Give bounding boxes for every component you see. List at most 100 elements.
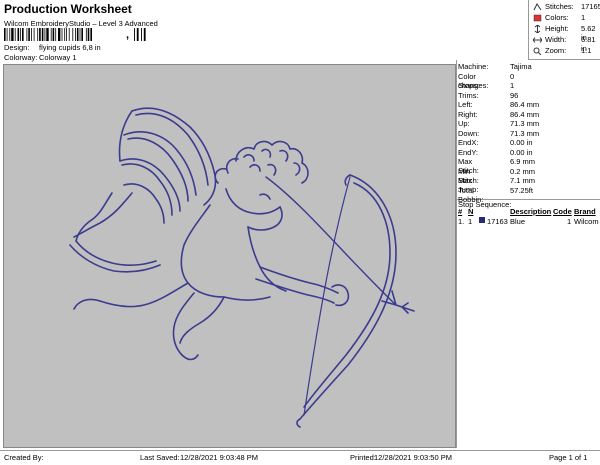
machine-info-label: Machine: (458, 62, 489, 71)
design-value: flying cupids 6,8 in (39, 43, 101, 52)
barcode-bar (4, 28, 6, 41)
machine-info-label: Total Bobbin: (458, 185, 484, 204)
height-icon (534, 25, 541, 33)
height-label: Height: (545, 24, 569, 33)
barcode-bar (9, 28, 11, 41)
machine-info-label: EndY: (458, 147, 479, 157)
barcode-bar (85, 28, 87, 41)
footer: Created By: Last Saved: 12/28/2021 9:03:… (0, 450, 600, 465)
stitches-label: Stitches: (545, 2, 574, 11)
barcode-bar (61, 28, 63, 41)
col-description: Description (510, 207, 552, 216)
printed-value: 12/28/2021 9:03:50 PM (374, 453, 452, 462)
stitches-value: 17165 (581, 2, 600, 11)
software-subtitle: Wilcom EmbroideryStudio – Level 3 Advanc… (4, 19, 158, 28)
barcode-bar (143, 28, 146, 41)
barcode-bar (39, 28, 41, 41)
machine-info-label: Down: (458, 128, 480, 138)
barcode-bar (141, 28, 142, 41)
created-by: Created By: (4, 453, 44, 462)
colors-icon (533, 14, 542, 22)
barcode-bar (75, 28, 76, 41)
machine-info-value: 0.00 in (510, 147, 533, 157)
width-icon (533, 37, 542, 43)
barcode-bar (79, 28, 81, 41)
colorway-label: Colorway: (4, 53, 38, 62)
barcode-bar (68, 28, 70, 41)
design-preview (3, 64, 456, 448)
barcode-bar (14, 28, 16, 41)
barcode-bar (17, 28, 20, 41)
barcode-bar (76, 28, 79, 41)
machine-info-label: Up: (458, 119, 470, 128)
machine-info-label: Left: (458, 100, 473, 109)
barcode-bar (22, 28, 24, 41)
row-code: 1 (567, 217, 572, 226)
barcode-bar (50, 28, 52, 41)
barcode-bar (136, 28, 139, 41)
barcode-bar (134, 28, 135, 41)
barcode-bar (28, 28, 30, 41)
machine-info-value: Tajima (510, 62, 532, 71)
barcode-bar (87, 28, 90, 41)
colors-value: 1 (581, 13, 586, 22)
barcode-bar (72, 28, 74, 41)
machine-info-value: 0.00 in (510, 138, 533, 147)
col-num: # (458, 207, 463, 216)
machine-info-value: 0 (510, 71, 515, 81)
machine-info-label: EndX: (458, 138, 479, 147)
barcode-bar (11, 28, 14, 41)
machine-info-value: 7.1 mm (510, 176, 536, 185)
row-brand: Wilcom (574, 217, 599, 226)
barcode-bar (20, 28, 21, 41)
machine-info-value: 0.2 mm (510, 166, 536, 176)
row-stitches: 17163 (487, 217, 508, 226)
row-num: 1. (458, 217, 465, 226)
barcode-bar (66, 28, 67, 41)
machine-info-panel: Stop Sequence: # N Description Code Bran… (456, 60, 600, 448)
colors-label: Colors: (545, 13, 569, 22)
zoom-icon (533, 47, 542, 55)
barcode-bar (46, 28, 49, 41)
barcode-bar (52, 28, 55, 41)
last-saved-label: Last Saved: (140, 453, 180, 462)
barcode-bar (6, 28, 8, 41)
col-n: N (468, 207, 474, 216)
colorway-value: Colorway 1 (39, 53, 77, 62)
zoom-value: 1:1 (581, 46, 592, 55)
row-description: Blue (510, 217, 526, 226)
barcode-bar (44, 28, 46, 41)
barcode-bar (33, 28, 35, 41)
machine-info-value: 1 (510, 81, 515, 90)
cupid-embroidery-image (69, 107, 415, 428)
machine-info-label: Stops: (458, 81, 480, 90)
page-number: Page 1 of 1 (549, 453, 588, 462)
summary-panel: Stitches: 17165 Colors: 1 Height: 5.62 in W… (528, 0, 600, 60)
machine-info-value: 86.4 mm (510, 109, 540, 119)
machine-info-value: 57.25ft (510, 185, 533, 195)
barcode-bar (41, 28, 44, 41)
worksheet-title: Production Worksheet (4, 2, 132, 16)
barcode (4, 28, 146, 41)
machine-info-label: Right: (458, 109, 478, 119)
barcode-bar (58, 28, 61, 41)
barcode-bar (31, 28, 32, 41)
col-brand: Brand (574, 207, 596, 216)
machine-info-value: 71.3 mm (510, 119, 540, 128)
barcode-bar (26, 28, 28, 41)
machine-info-label: Trims: (458, 90, 479, 100)
machine-info-value: 71.3 mm (510, 128, 540, 138)
row-n: 1 (468, 217, 473, 226)
design-label: Design: (4, 43, 30, 52)
design-row: Design: flying cupids 6,8 in (4, 43, 101, 52)
printed-label: Printed: (350, 453, 376, 462)
barcode-bar (81, 28, 83, 41)
col-code: Code (553, 207, 572, 216)
zoom-label: Zoom: (545, 46, 567, 55)
colorway-row: Colorway: Colorway 1 (4, 53, 77, 62)
width-label: Width: (545, 35, 567, 44)
barcode-bar (55, 28, 57, 41)
stitch-icon (533, 3, 542, 11)
machine-info-value: 96 (510, 90, 519, 100)
barcode-bar (37, 28, 39, 41)
